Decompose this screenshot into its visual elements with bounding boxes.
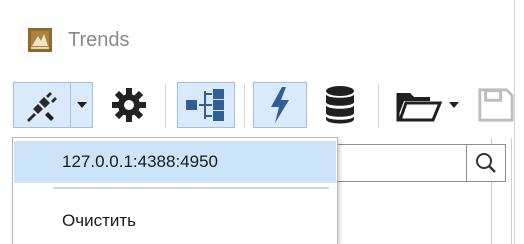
connect-main[interactable] [14,83,70,127]
connect-button[interactable] [13,82,93,128]
search-icon [476,153,496,173]
settings-button[interactable] [102,82,156,128]
menu-item-clear[interactable]: Очистить [14,200,336,242]
toolbar-separator [244,84,245,128]
toolbar-separator [378,84,379,128]
toolbar-separator [165,84,166,128]
menu-item-recent-connection[interactable]: 127.0.0.1:4388:4950 [14,141,336,183]
panel-border [511,138,512,244]
folder-open-icon [396,93,443,122]
search-input[interactable] [336,144,506,182]
database-button[interactable] [314,82,366,128]
chevron-down-icon [77,102,87,108]
trends-window: Trends 127.0.0.1:4388:4950 Очистить [0,0,515,244]
save-button[interactable] [476,82,514,128]
realtime-button[interactable] [253,82,307,128]
chevron-down-icon [449,102,459,108]
connect-plug-icon [27,92,57,122]
database-icon [326,86,354,124]
tree-view-button[interactable] [177,82,235,128]
search-button[interactable] [466,145,505,181]
menu-separator [53,187,329,189]
title-bar: Trends [0,0,514,70]
app-logo-icon [28,28,52,52]
window-title: Trends [68,29,130,51]
connect-dropdown-button[interactable] [71,83,93,127]
save-icon [478,88,514,122]
open-button[interactable] [388,82,468,128]
lightning-icon [271,87,289,123]
connect-dropdown-menu: 127.0.0.1:4388:4950 Очистить [12,137,338,244]
network-tree-icon [186,89,224,121]
toolbar [0,70,514,138]
gear-icon [112,88,146,122]
